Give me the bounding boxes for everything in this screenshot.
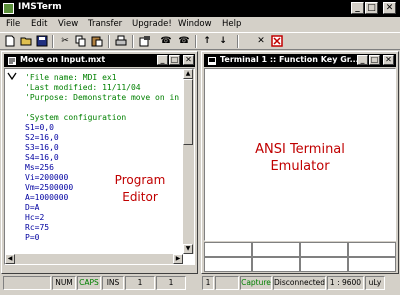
code-line: S1=0,0: [25, 123, 54, 132]
editor-titlebar: Move on Input.mxt _ □ ✕: [4, 54, 195, 67]
maximize-button[interactable]: □: [365, 2, 378, 14]
stop-icon[interactable]: [271, 35, 283, 47]
terminal-minimize-button[interactable]: _: [357, 55, 368, 65]
menu-view[interactable]: View: [58, 19, 78, 29]
editor-maximize-button[interactable]: □: [169, 55, 180, 65]
menu-transfer[interactable]: Transfer: [88, 19, 122, 29]
status-line: 1: [125, 276, 155, 290]
open-folder-icon[interactable]: [20, 35, 32, 47]
menu-edit[interactable]: Edit: [31, 19, 47, 29]
status-caps: CAPS: [77, 276, 101, 290]
print-icon[interactable]: [115, 35, 127, 47]
terminal-titlebar: Terminal 1 :: Function Key Gr... _ □ ✕: [204, 54, 396, 67]
status-col: 1: [156, 276, 186, 290]
terminal-maximize-button[interactable]: □: [369, 55, 380, 65]
phone-dial-icon[interactable]: ☎: [160, 35, 172, 47]
menu-upgrade[interactable]: Upgrade!: [132, 19, 172, 29]
app-title: IMSTerm: [18, 2, 62, 12]
menu-file[interactable]: File: [6, 19, 20, 29]
baud-rate: 1 : 9600: [327, 276, 364, 290]
editor-horizontal-scrollbar[interactable]: ◀ ▶: [5, 254, 183, 264]
cut-icon[interactable]: ✂: [59, 35, 71, 47]
status-num: NUM: [52, 276, 76, 290]
scroll-up-arrow[interactable]: ▲: [183, 69, 193, 79]
minimize-button[interactable]: _: [351, 2, 364, 14]
function-key[interactable]: [348, 242, 396, 257]
menubar: File Edit View Transfer Upgrade! Window …: [0, 17, 400, 32]
function-key[interactable]: [300, 257, 348, 272]
code-line: 'System configuration: [25, 113, 127, 122]
overlay-line: Emulator: [270, 159, 330, 174]
bookmark-arrow-icon: [7, 71, 17, 81]
code-line: Hc=2: [25, 213, 45, 222]
program-editor-label: Program Editor: [100, 172, 180, 206]
code-line: S2=16,0: [25, 133, 59, 142]
code-line: S3=16,0: [25, 143, 59, 152]
function-key[interactable]: [300, 242, 348, 257]
editor-minimize-button[interactable]: _: [157, 55, 168, 65]
close-button[interactable]: ✕: [383, 2, 396, 14]
app-titlebar: IMSTerm _ □ ✕: [0, 0, 400, 17]
overlay-line: ANSI Terminal: [255, 142, 345, 157]
code-line: Rc=75: [25, 223, 50, 232]
upload-arrow-icon[interactable]: ↑: [201, 35, 213, 47]
toolbar-separator: [195, 35, 197, 48]
connection-status: Disconnected: [273, 276, 326, 290]
scroll-right-arrow[interactable]: ▶: [173, 254, 183, 264]
menu-help[interactable]: Help: [222, 19, 241, 29]
terminal-screen[interactable]: ANSI Terminal Emulator: [204, 68, 396, 241]
editor-title: Move on Input.mxt: [20, 55, 106, 64]
function-key[interactable]: [252, 257, 300, 272]
toolbar-separator: [108, 35, 110, 48]
editor-close-button[interactable]: ✕: [183, 55, 194, 65]
terminal-status-blank: [215, 276, 239, 290]
code-line: 'File name: MDI ex1: [25, 73, 117, 82]
download-arrow-icon[interactable]: ↓: [217, 35, 229, 47]
function-key-grid: [204, 242, 396, 272]
overlay-line: Program: [114, 173, 166, 187]
function-key[interactable]: [252, 242, 300, 257]
function-key[interactable]: [204, 242, 252, 257]
scroll-left-arrow[interactable]: ◀: [5, 254, 15, 264]
function-key[interactable]: [348, 257, 396, 272]
editor-window: Move on Input.mxt _ □ ✕ 'File name: MDI …: [1, 51, 198, 274]
scroll-thumb[interactable]: [183, 79, 193, 145]
function-key[interactable]: [204, 257, 252, 272]
toolbar-separator: [52, 35, 54, 48]
copy-icon[interactable]: [75, 35, 87, 47]
phone-hangup-icon[interactable]: ☎: [178, 35, 190, 47]
terminal-status-extra: uLy: [365, 276, 385, 290]
cancel-x-icon[interactable]: ✕: [255, 35, 267, 47]
capture-indicator: Capture: [240, 276, 272, 290]
paste-icon[interactable]: [91, 35, 103, 47]
editor-vertical-scrollbar[interactable]: ▲ ▼: [183, 69, 194, 254]
editor-document-icon: [8, 57, 16, 65]
terminal-window: Terminal 1 :: Function Key Gr... _ □ ✕ A…: [201, 51, 399, 274]
editor-status-message: [3, 276, 51, 290]
overlay-line: Editor: [122, 190, 158, 204]
terminal-status-num: 1: [202, 276, 214, 290]
code-line: 'Last modified: 11/11/04: [25, 83, 141, 92]
terminal-window-icon: [208, 57, 216, 65]
status-ins: INS: [102, 276, 124, 290]
scroll-down-arrow[interactable]: ▼: [183, 244, 193, 254]
toolbar-separator: [132, 35, 134, 48]
menu-window[interactable]: Window: [178, 19, 212, 29]
code-lines: 'File name: MDI ex1 'Last modified: 11/11…: [25, 73, 179, 243]
terminal-title: Terminal 1 :: Function Key Gr...: [220, 55, 359, 64]
code-editor[interactable]: 'File name: MDI ex1 'Last modified: 11/11…: [4, 68, 195, 265]
app-icon: [3, 3, 14, 14]
code-line: P=0: [25, 233, 40, 242]
new-file-icon[interactable]: [4, 35, 16, 47]
toolbar-separator: [237, 35, 239, 48]
code-line: S4=16,0: [25, 153, 59, 162]
code-line: 'Purpose: Demonstrate move on in: [25, 93, 180, 102]
ansi-terminal-label: ANSI Terminal Emulator: [225, 141, 375, 175]
toolbar: ✂ ☎ ☎ ↑ ↓ ✕: [0, 32, 400, 50]
terminal-close-button[interactable]: ✕: [383, 55, 394, 65]
properties-icon[interactable]: [139, 35, 151, 47]
save-icon[interactable]: [36, 35, 48, 47]
